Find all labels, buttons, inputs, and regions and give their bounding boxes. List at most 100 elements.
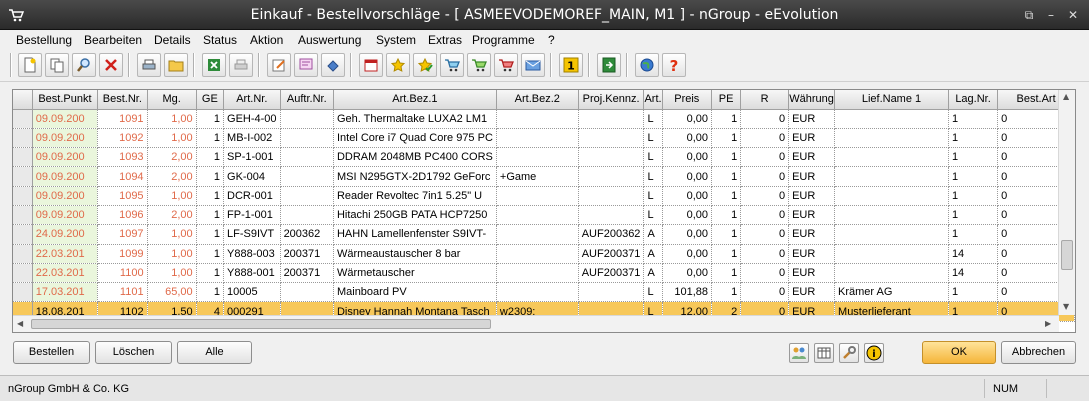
cell-preis[interactable]: 0,00 bbox=[662, 186, 713, 206]
cell-mg[interactable]: 1,00 bbox=[147, 263, 197, 284]
loeschen-button[interactable]: Löschen bbox=[95, 341, 172, 364]
cell-pe[interactable]: 1 bbox=[711, 186, 742, 206]
col-header-waehrung[interactable]: Währung bbox=[788, 90, 836, 110]
row-indicator[interactable] bbox=[13, 224, 33, 245]
cell-auftr-nr[interactable] bbox=[280, 282, 334, 303]
cell-art-bez-2[interactable] bbox=[496, 147, 579, 168]
cell-waehrung[interactable]: EUR bbox=[788, 205, 836, 226]
cell-proj-kennz[interactable]: AUF200362 bbox=[578, 224, 645, 245]
cell-ge[interactable]: 1 bbox=[196, 244, 225, 264]
cell-art-bez-1[interactable]: MSI N295GTX-2D1792 GeForc bbox=[333, 166, 497, 187]
cell-preis[interactable]: 0,00 bbox=[662, 205, 713, 226]
cell-waehrung[interactable]: EUR bbox=[788, 282, 836, 303]
cell-art-bez-1[interactable]: HAHN Lamellenfenster S9IVT- bbox=[333, 224, 497, 245]
cell-proj-kennz[interactable] bbox=[578, 186, 645, 206]
table-row[interactable]: 09.09.200 1093 2,00 1 SP-1-001 DDRAM 2048MB P… bbox=[13, 147, 1075, 168]
cell-waehrung[interactable]: EUR bbox=[788, 186, 836, 206]
table-settings-icon[interactable] bbox=[814, 343, 834, 363]
cell-auftr-nr[interactable]: 200362 bbox=[280, 224, 334, 245]
col-header-preis[interactable]: Preis bbox=[662, 90, 713, 110]
cell-auftr-nr[interactable] bbox=[280, 186, 334, 206]
cell-art[interactable]: L bbox=[643, 186, 663, 206]
alle-button[interactable]: Alle bbox=[177, 341, 252, 364]
cell-best-punkt[interactable]: 09.09.200 bbox=[32, 147, 99, 168]
cell-lief-name[interactable] bbox=[834, 128, 949, 149]
cell-art-bez-2[interactable] bbox=[496, 224, 579, 245]
menu-system[interactable]: System bbox=[376, 33, 416, 47]
scroll-right-icon[interactable]: ▶ bbox=[1045, 319, 1051, 328]
menu-bestellung[interactable]: Bestellung bbox=[16, 33, 72, 47]
list-icon[interactable] bbox=[321, 53, 345, 77]
col-header-r[interactable]: R bbox=[740, 90, 790, 110]
cell-ge[interactable]: 1 bbox=[196, 282, 225, 303]
cell-pe[interactable]: 1 bbox=[711, 263, 742, 284]
cell-r[interactable]: 0 bbox=[740, 109, 790, 129]
star-icon[interactable] bbox=[386, 53, 410, 77]
table-row[interactable]: 22.03.201 1099 1,00 1 Y888-003 200371 Wärmeaus… bbox=[13, 244, 1075, 264]
menu-extras[interactable]: Extras bbox=[428, 33, 462, 47]
cell-r[interactable]: 0 bbox=[740, 128, 790, 149]
number-one-icon[interactable]: 1 bbox=[559, 53, 583, 77]
table-row[interactable]: 09.09.200 1092 1,00 1 MB-I-002 Intel Core i7 … bbox=[13, 128, 1075, 149]
cart-remove-icon[interactable] bbox=[494, 53, 518, 77]
cell-art-nr[interactable]: DCR-001 bbox=[223, 186, 281, 206]
cell-art-bez-1[interactable]: Wärmeaustauscher 8 bar bbox=[333, 244, 497, 264]
abbrechen-button[interactable]: Abbrechen bbox=[1001, 341, 1076, 364]
cell-art-bez-2[interactable] bbox=[496, 263, 579, 284]
cell-best-nr[interactable]: 1091 bbox=[97, 109, 148, 129]
cell-art-bez-2[interactable] bbox=[496, 205, 579, 226]
table-row[interactable]: 09.09.200 1091 1,00 1 GEH-4-00 Geh. Thermalta… bbox=[13, 109, 1075, 129]
cell-lag-nr[interactable]: 1 bbox=[948, 205, 999, 226]
cell-r[interactable]: 0 bbox=[740, 205, 790, 226]
col-header-art-bez-1[interactable]: Art.Bez.1 bbox=[333, 90, 497, 110]
cell-best-nr[interactable]: 1099 bbox=[97, 244, 148, 264]
cell-lag-nr[interactable]: 14 bbox=[948, 244, 999, 264]
delete-icon[interactable] bbox=[99, 53, 123, 77]
cell-art-bez-2[interactable]: +Game bbox=[496, 166, 579, 187]
table-row[interactable]: 17.03.201 1101 65,00 1 10005 Mainboard PV L 101… bbox=[13, 282, 1075, 303]
cell-lag-nr[interactable]: 1 bbox=[948, 109, 999, 129]
bestellen-button[interactable]: Bestellen bbox=[13, 341, 90, 364]
col-header-lief-name[interactable]: Lief.Name 1 bbox=[834, 90, 949, 110]
cell-best-punkt[interactable]: 09.09.200 bbox=[32, 109, 99, 129]
cell-art-bez-1[interactable]: DDRAM 2048MB PC400 CORS bbox=[333, 147, 497, 168]
cell-art-bez-2[interactable] bbox=[496, 244, 579, 264]
cell-mg[interactable]: 1,00 bbox=[147, 186, 197, 206]
cell-ge[interactable]: 1 bbox=[196, 263, 225, 284]
cell-art[interactable]: L bbox=[643, 128, 663, 149]
cell-lief-name[interactable] bbox=[834, 109, 949, 129]
cell-preis[interactable]: 0,00 bbox=[662, 128, 713, 149]
cell-auftr-nr[interactable] bbox=[280, 147, 334, 168]
cell-ge[interactable]: 1 bbox=[196, 147, 225, 168]
cell-art-nr[interactable]: SP-1-001 bbox=[223, 147, 281, 168]
minimize-icon[interactable]: – bbox=[1043, 8, 1059, 22]
cell-auftr-nr[interactable] bbox=[280, 128, 334, 149]
col-header-art-bez-2[interactable]: Art.Bez.2 bbox=[496, 90, 579, 110]
vertical-scroll-thumb[interactable] bbox=[1061, 240, 1073, 270]
info-icon[interactable]: i bbox=[864, 343, 884, 363]
cell-pe[interactable]: 1 bbox=[711, 205, 742, 226]
cell-lief-name[interactable] bbox=[834, 263, 949, 284]
cell-mg[interactable]: 1,00 bbox=[147, 244, 197, 264]
cell-art-bez-1[interactable]: Geh. Thermaltake LUXA2 LM1 bbox=[333, 109, 497, 129]
cell-mg[interactable]: 1,00 bbox=[147, 224, 197, 245]
cell-pe[interactable]: 1 bbox=[711, 282, 742, 303]
cell-art[interactable]: A bbox=[643, 224, 663, 245]
cell-best-nr[interactable]: 1095 bbox=[97, 186, 148, 206]
menu-help[interactable]: ? bbox=[548, 33, 555, 47]
menu-auswertung[interactable]: Auswertung bbox=[298, 33, 361, 47]
globe-icon[interactable] bbox=[635, 53, 659, 77]
cell-best-nr[interactable]: 1097 bbox=[97, 224, 148, 245]
cell-waehrung[interactable]: EUR bbox=[788, 147, 836, 168]
cell-waehrung[interactable]: EUR bbox=[788, 244, 836, 264]
col-header-art-nr[interactable]: Art.Nr. bbox=[223, 90, 281, 110]
cell-lag-nr[interactable]: 14 bbox=[948, 263, 999, 284]
cell-best-punkt[interactable]: 22.03.201 bbox=[32, 263, 99, 284]
cell-art[interactable]: L bbox=[643, 205, 663, 226]
cell-best-nr[interactable]: 1094 bbox=[97, 166, 148, 187]
cell-preis[interactable]: 0,00 bbox=[662, 224, 713, 245]
printer-gray-icon[interactable] bbox=[229, 53, 253, 77]
table-row[interactable]: 22.03.201 1100 1,00 1 Y888-001 200371 Wärmetau… bbox=[13, 263, 1075, 284]
menu-details[interactable]: Details bbox=[154, 33, 191, 47]
cell-best-nr[interactable]: 1096 bbox=[97, 205, 148, 226]
